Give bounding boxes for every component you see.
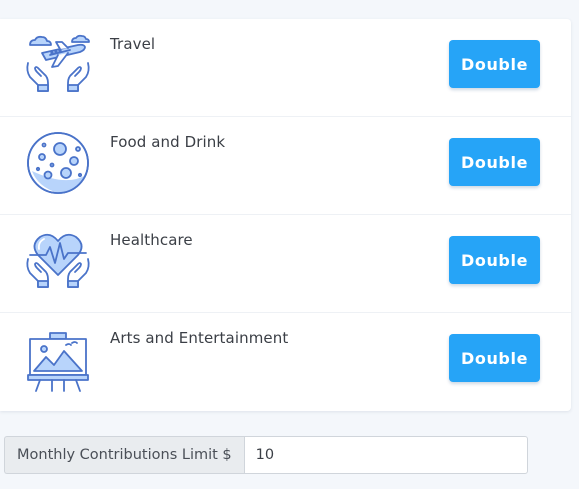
category-row-healthcare: Healthcare Double xyxy=(0,215,571,313)
arts-and-entertainment-icon xyxy=(22,323,94,395)
category-label: Arts and Entertainment xyxy=(110,329,289,347)
category-row-food-and-drink: Food and Drink Double xyxy=(0,117,571,215)
healthcare-icon xyxy=(22,225,94,297)
contributions-limit-group: Monthly Contributions Limit $ xyxy=(4,436,528,474)
category-label: Healthcare xyxy=(110,231,193,249)
double-button-healthcare[interactable]: Double xyxy=(449,236,540,284)
category-row-travel: Travel Double xyxy=(0,19,571,117)
double-button-travel[interactable]: Double xyxy=(449,40,540,88)
contributions-limit-label: Monthly Contributions Limit $ xyxy=(4,436,244,474)
double-button-arts-and-entertainment[interactable]: Double xyxy=(449,334,540,382)
double-button-food-and-drink[interactable]: Double xyxy=(449,138,540,186)
category-card: Travel Double Food and Drink Double Heal… xyxy=(0,19,571,411)
travel-icon xyxy=(22,29,94,101)
category-label: Food and Drink xyxy=(110,133,226,151)
category-label: Travel xyxy=(110,35,156,53)
food-and-drink-icon xyxy=(22,127,94,199)
category-row-arts-and-entertainment: Arts and Entertainment Double xyxy=(0,313,571,411)
contributions-limit-input[interactable] xyxy=(243,436,528,474)
